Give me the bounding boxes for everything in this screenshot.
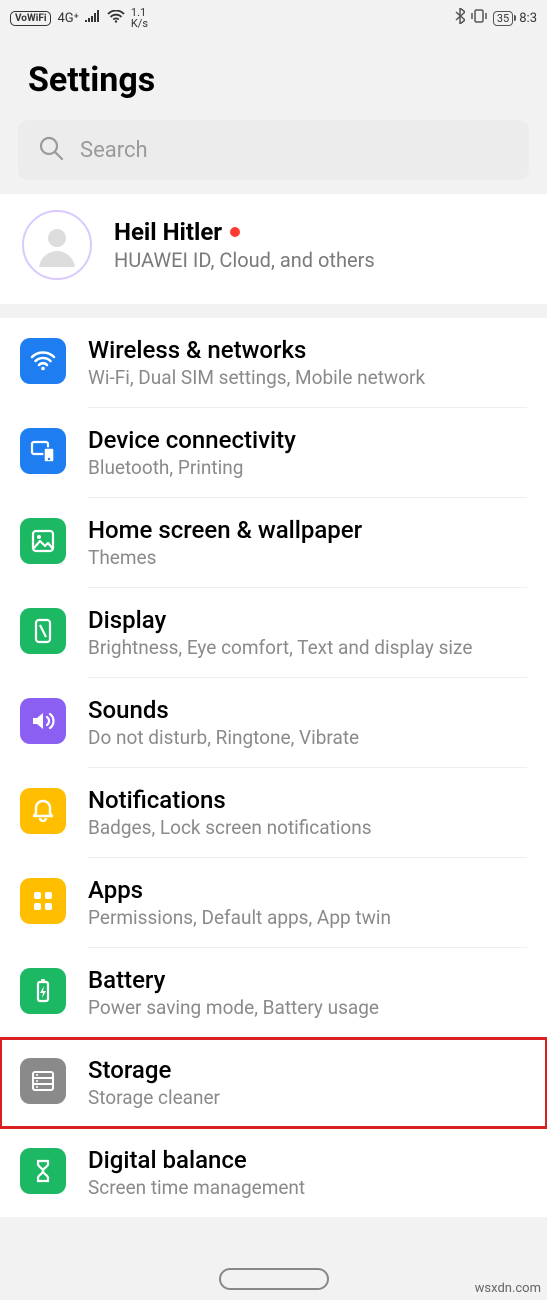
row-title: Battery bbox=[88, 966, 527, 994]
vowifi-badge: VoWiFi bbox=[10, 11, 51, 26]
clock-text: 8:3 bbox=[519, 11, 537, 26]
settings-row-apps[interactable]: AppsPermissions, Default apps, App twin bbox=[0, 858, 547, 948]
status-bar: VoWiFi 4G⁺ 1.1 K/s 35 8:3 bbox=[0, 0, 547, 36]
watermark: wsxdn.com bbox=[475, 1281, 541, 1296]
row-title: Storage bbox=[88, 1056, 527, 1084]
settings-row-display[interactable]: DisplayBrightness, Eye comfort, Text and… bbox=[0, 588, 547, 678]
settings-row-device-connectivity[interactable]: Device connectivityBluetooth, Printing bbox=[0, 408, 547, 498]
account-name: Heil Hitler bbox=[114, 218, 222, 246]
settings-list: Wireless & networksWi-Fi, Dual SIM setti… bbox=[0, 318, 547, 1217]
settings-row-notifications[interactable]: NotificationsBadges, Lock screen notific… bbox=[0, 768, 547, 858]
row-title: Sounds bbox=[88, 696, 527, 724]
cellular-icon: 4G⁺ bbox=[57, 11, 78, 26]
display-icon bbox=[20, 608, 66, 654]
status-bar-left: VoWiFi 4G⁺ 1.1 K/s bbox=[10, 7, 148, 29]
row-title: Wireless & networks bbox=[88, 336, 527, 364]
account-text: Heil Hitler HUAWEI ID, Cloud, and others bbox=[114, 218, 375, 272]
row-title: Display bbox=[88, 606, 527, 634]
row-subtitle: Screen time management bbox=[88, 1176, 527, 1199]
network-speed: 1.1 K/s bbox=[131, 7, 148, 29]
notification-dot-icon bbox=[230, 227, 240, 237]
row-subtitle: Do not disturb, Ringtone, Vibrate bbox=[88, 726, 527, 749]
apps-icon bbox=[20, 878, 66, 924]
row-title: Home screen & wallpaper bbox=[88, 516, 527, 544]
account-subtitle: HUAWEI ID, Cloud, and others bbox=[114, 248, 375, 272]
row-title: Device connectivity bbox=[88, 426, 527, 454]
wifi-status-icon bbox=[107, 10, 125, 27]
status-bar-right: 35 8:3 bbox=[455, 8, 537, 28]
row-title: Digital balance bbox=[88, 1146, 527, 1174]
page-title: Settings bbox=[0, 36, 547, 120]
settings-row-wifi[interactable]: Wireless & networksWi-Fi, Dual SIM setti… bbox=[0, 318, 547, 408]
row-subtitle: Power saving mode, Battery usage bbox=[88, 996, 527, 1019]
row-subtitle: Storage cleaner bbox=[88, 1086, 527, 1109]
storage-icon bbox=[20, 1058, 66, 1104]
vibrate-icon bbox=[471, 9, 487, 27]
sounds-icon bbox=[20, 698, 66, 744]
search-icon bbox=[38, 135, 64, 165]
row-title: Apps bbox=[88, 876, 527, 904]
battery-icon bbox=[20, 968, 66, 1014]
settings-row-battery[interactable]: BatteryPower saving mode, Battery usage bbox=[0, 948, 547, 1038]
wifi-icon bbox=[20, 338, 66, 384]
wallpaper-icon bbox=[20, 518, 66, 564]
row-subtitle: Bluetooth, Printing bbox=[88, 456, 527, 479]
settings-row-wallpaper[interactable]: Home screen & wallpaperThemes bbox=[0, 498, 547, 588]
device-connectivity-icon bbox=[20, 428, 66, 474]
navigation-pill[interactable] bbox=[219, 1268, 329, 1290]
notifications-icon bbox=[20, 788, 66, 834]
row-subtitle: Wi-Fi, Dual SIM settings, Mobile network bbox=[88, 366, 527, 389]
battery-indicator: 35 bbox=[493, 11, 513, 26]
search-placeholder: Search bbox=[80, 138, 148, 163]
settings-row-storage[interactable]: StorageStorage cleaner bbox=[0, 1038, 547, 1128]
signal-bars-icon bbox=[85, 10, 101, 26]
row-subtitle: Themes bbox=[88, 546, 527, 569]
account-row[interactable]: Heil Hitler HUAWEI ID, Cloud, and others bbox=[0, 194, 547, 304]
settings-row-sounds[interactable]: SoundsDo not disturb, Ringtone, Vibrate bbox=[0, 678, 547, 768]
row-subtitle: Badges, Lock screen notifications bbox=[88, 816, 527, 839]
row-subtitle: Brightness, Eye comfort, Text and displa… bbox=[88, 636, 527, 659]
avatar bbox=[22, 210, 92, 280]
row-subtitle: Permissions, Default apps, App twin bbox=[88, 906, 527, 929]
digital-balance-icon bbox=[20, 1148, 66, 1194]
search-input[interactable]: Search bbox=[18, 120, 529, 180]
row-title: Notifications bbox=[88, 786, 527, 814]
section-divider bbox=[0, 304, 547, 318]
bluetooth-icon bbox=[455, 8, 465, 28]
settings-row-digital-balance[interactable]: Digital balanceScreen time management bbox=[0, 1128, 547, 1217]
